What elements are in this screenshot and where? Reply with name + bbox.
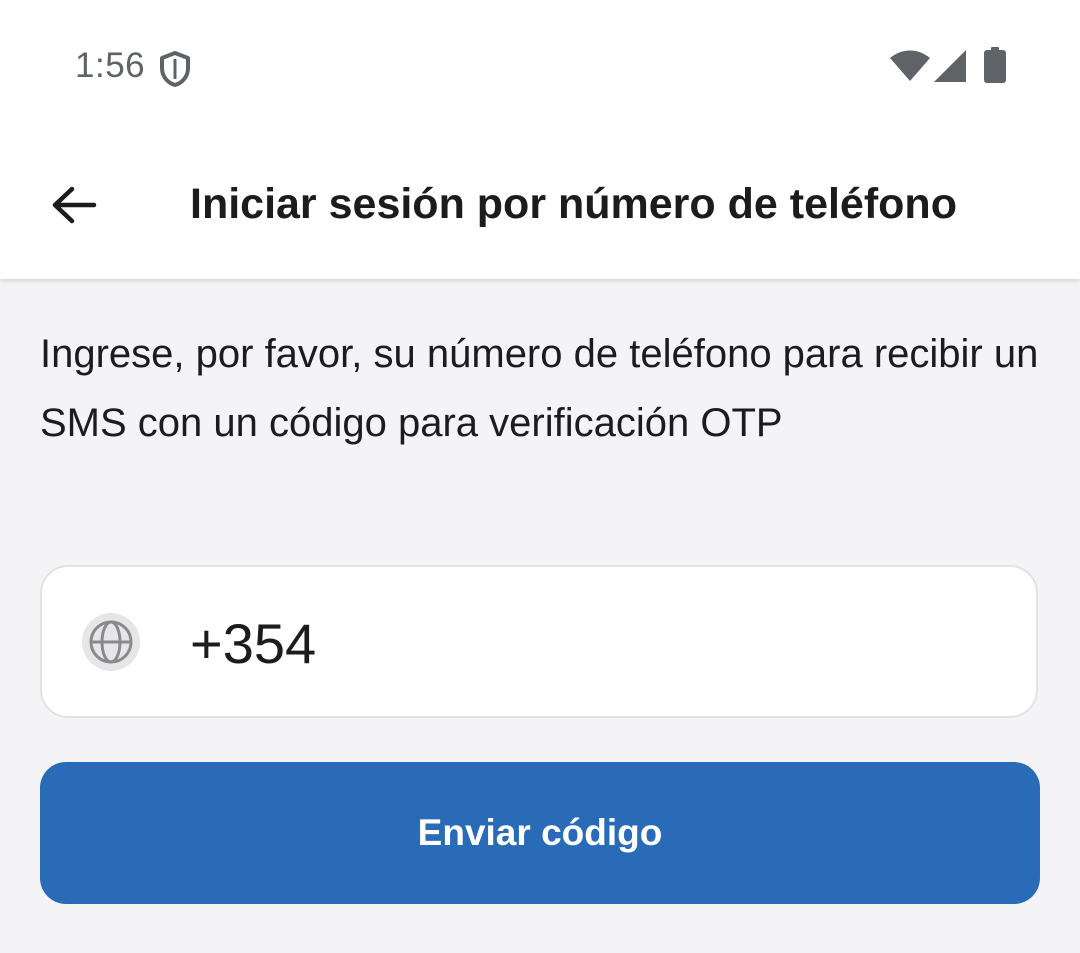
- send-code-button[interactable]: Enviar código: [40, 762, 1040, 904]
- instructions-text: Ingrese, por favor, su número de teléfon…: [40, 332, 1039, 445]
- send-code-button-label: Enviar código: [417, 812, 663, 853]
- battery-icon: [984, 47, 1006, 83]
- country-selector[interactable]: [82, 613, 140, 671]
- app-bar: Iniciar sesión por número de teléfono: [0, 136, 1080, 279]
- shield-icon: [160, 51, 190, 87]
- back-button[interactable]: [40, 171, 108, 239]
- status-bar: 1:56: [0, 0, 1080, 136]
- arrow-left-icon: [52, 186, 97, 224]
- phone-input[interactable]: [190, 607, 970, 679]
- phone-number-field: [40, 565, 1038, 718]
- wifi-icon: [890, 50, 930, 81]
- status-time: 1:56: [75, 46, 146, 85]
- page-title: Iniciar sesión por número de teléfono: [190, 180, 957, 228]
- globe-icon: [89, 620, 133, 664]
- cell-signal-icon: [934, 50, 966, 82]
